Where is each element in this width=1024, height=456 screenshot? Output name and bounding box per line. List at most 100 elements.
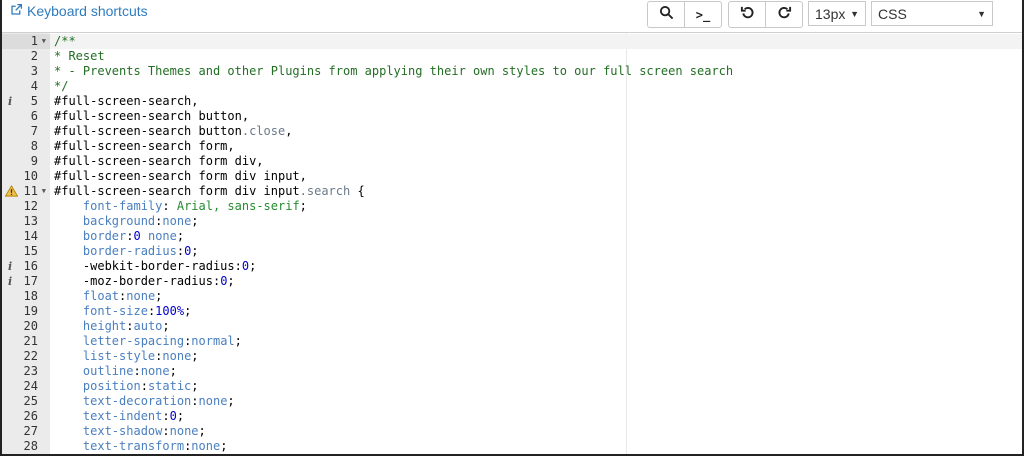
gutter-cell: 15 [2,244,50,259]
line-number: 12 [23,199,38,213]
info-annotation-icon[interactable]: i [8,94,12,109]
line-number: 8 [30,139,38,153]
code-line[interactable]: 14 border:0 none; [2,229,1022,244]
line-number: 1 [30,34,38,48]
code-line[interactable]: 9 #full-screen-search form div, [2,154,1022,169]
search-icon [659,5,674,25]
language-mode-value: CSS [878,5,907,22]
code-line[interactable]: 2 * Reset [2,49,1022,64]
code-line[interactable]: 12 font-family: Arial, sans-serif; [2,199,1022,214]
redo-button[interactable] [765,1,803,28]
fold-toggle-icon[interactable]: ▼ [42,184,46,199]
code-text: */ [54,79,69,93]
language-mode-select[interactable]: CSS ▼ [871,1,993,26]
gutter-cell: 12 [2,199,50,214]
gutter-cell: 23 [2,364,50,379]
code-line[interactable]: 18 float:none; [2,289,1022,304]
code-text: position:static; [82,379,199,393]
code-line[interactable]: 22 list-style:none; [2,349,1022,364]
line-number: 14 [23,229,38,243]
line-number: 6 [30,109,38,123]
font-size-select[interactable]: 13px ▼ [808,1,866,26]
line-number: 18 [23,289,38,303]
info-annotation-icon[interactable]: i [8,259,12,274]
code-line[interactable]: 1 ▼/** [2,34,1022,49]
code-text: text-shadow:none; [82,424,206,438]
css-editor-window: Keyboard shortcuts >_ 13px ▼ CSS ▼ 1 ▼ /… [0,0,1024,456]
gutter-cell: 1 ▼ [2,34,50,49]
line-number: 23 [23,364,38,378]
code-text: #full-screen-search button, [54,109,250,123]
code-text: height:auto; [82,319,170,333]
redo-icon [777,5,792,25]
info-annotation-icon[interactable]: i [8,274,12,289]
code-editor[interactable]: 1 ▼/** 2 * Reset 3 * - Prevents Themes and ot… [2,32,1022,454]
command-line-icon: >_ [695,7,711,22]
keyboard-shortcuts-link[interactable]: Keyboard shortcuts [10,3,148,19]
gutter-cell: 26 [2,409,50,424]
code-line[interactable]: 11 ▼ #full-screen-search form div input.se… [2,184,1022,199]
code-text: * - Prevents Themes and other Plugins fr… [54,64,734,78]
code-line[interactable]: 24 position:static; [2,379,1022,394]
code-text: letter-spacing:normal; [82,334,242,348]
code-line[interactable]: i 16 -webkit-border-radius:0; [2,259,1022,274]
gutter-cell: 24 [2,379,50,394]
chevron-down-icon: ▼ [850,9,859,19]
code-line[interactable]: 21 letter-spacing:normal; [2,334,1022,349]
code-line[interactable]: 6 #full-screen-search button, [2,109,1022,124]
gutter-cell: 27 [2,424,50,439]
search-button[interactable] [647,1,685,28]
font-size-value: 13px [815,5,846,22]
line-number: 17 [23,274,38,288]
code-line[interactable]: 25 text-decoration:none; [2,394,1022,409]
code-text: float:none; [82,289,163,303]
code-text: #full-screen-search button.close, [54,124,293,138]
line-number: 22 [23,349,38,363]
code-text: font-size:100%; [82,304,192,318]
code-line[interactable]: i 5 #full-screen-search, [2,94,1022,109]
code-line[interactable]: i 17 -moz-border-radius:0; [2,274,1022,289]
gutter-cell: 22 [2,349,50,364]
code-line[interactable]: 28 text-transform:none; [2,439,1022,454]
code-text: background:none; [82,214,199,228]
code-text: #full-screen-search form div input.searc… [54,184,365,198]
code-text: /** [50,34,1022,49]
code-line[interactable]: 19 font-size:100%; [2,304,1022,319]
keyboard-shortcuts-label: Keyboard shortcuts [27,3,148,19]
line-number: 2 [30,49,38,63]
code-text: text-transform:none; [82,439,228,453]
code-line[interactable]: 23 outline:none; [2,364,1022,379]
undo-button[interactable] [728,1,766,28]
code-line[interactable]: 13 background:none; [2,214,1022,229]
line-number: 16 [23,259,38,273]
command-line-button[interactable]: >_ [684,1,722,28]
line-number: 9 [30,154,38,168]
chevron-down-icon: ▼ [977,9,986,19]
external-link-icon [10,3,23,19]
warning-annotation-icon[interactable] [4,184,19,197]
gutter-cell: 19 [2,304,50,319]
gutter-cell: i5 [2,94,50,109]
gutter-cell: 10 [2,169,50,184]
line-number: 11 [23,184,38,198]
code-line[interactable]: 7 #full-screen-search button.close, [2,124,1022,139]
code-line[interactable]: 15 border-radius:0; [2,244,1022,259]
fold-toggle-icon[interactable]: ▼ [42,34,46,49]
code-text: #full-screen-search form div input, [54,169,307,183]
line-number: 25 [23,394,38,408]
code-text: #full-screen-search form, [54,139,235,153]
line-number: 21 [23,334,38,348]
code-line[interactable]: 8 #full-screen-search form, [2,139,1022,154]
code-line[interactable]: 26 text-indent:0; [2,409,1022,424]
code-line[interactable]: 20 height:auto; [2,319,1022,334]
line-number: 19 [23,304,38,318]
line-number: 24 [23,379,38,393]
line-number: 13 [23,214,38,228]
code-line[interactable]: 10 #full-screen-search form div input, [2,169,1022,184]
code-line[interactable]: 27 text-shadow:none; [2,424,1022,439]
gutter-cell: 14 [2,229,50,244]
gutter-cell: 25 [2,394,50,409]
code-line[interactable]: 3 * - Prevents Themes and other Plugins f… [2,64,1022,79]
gutter-cell: 9 [2,154,50,169]
code-line[interactable]: 4 */ [2,79,1022,94]
